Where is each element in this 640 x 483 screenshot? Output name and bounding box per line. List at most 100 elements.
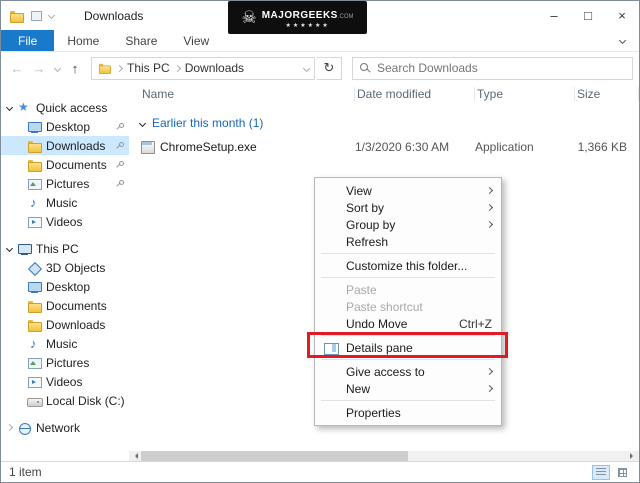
sidebar-item-downloads-pc[interactable]: Downloads [1,315,129,334]
location-folder-icon [98,62,111,74]
tab-share[interactable]: Share [112,30,170,51]
pin-icon [115,160,124,169]
address-dropdown-chevron[interactable] [302,64,311,72]
collapse-chevron[interactable] [5,244,13,253]
sidebar-item-network[interactable]: Network [1,418,129,437]
menu-item-undo-move[interactable]: Undo Move Ctrl+Z [315,315,501,332]
app-icon[interactable] [9,9,24,23]
column-headers: Name Date modified Type Size [129,84,639,104]
submenu-chevron [485,367,494,376]
videos-icon [27,215,42,229]
documents-folder-icon [27,158,42,172]
scrollbar-thumb[interactable] [141,451,409,461]
maximize-button[interactable]: □ [571,1,605,30]
sidebar-item-music-qa[interactable]: Music [1,193,129,212]
file-name: ChromeSetup.exe [160,140,257,154]
context-menu: View Sort by Group by Refresh Customize … [314,177,502,426]
recent-locations-chevron[interactable] [51,64,63,72]
group-header[interactable]: Earlier this month (1) [138,116,639,130]
skull-icon: ☠ [241,8,257,27]
sidebar-item-videos-qa[interactable]: Videos [1,212,129,231]
up-button[interactable]: ↑ [65,57,85,79]
window-title: Downloads [84,8,144,23]
tab-home[interactable]: Home [54,30,112,51]
details-view-icon [596,468,606,476]
refresh-button[interactable]: ↻ [317,56,342,80]
menu-item-group-by[interactable]: Group by [315,216,501,233]
menu-item-view[interactable]: View [315,182,501,199]
back-button[interactable]: ← [7,57,27,79]
column-header-name[interactable]: Name [140,87,355,101]
address-bar[interactable]: This PC Downloads [91,56,315,80]
breadcrumb-chevron[interactable] [115,64,124,72]
sidebar-item-downloads-qa[interactable]: Downloads [1,136,129,155]
menu-item-paste-shortcut[interactable]: Paste shortcut [315,298,501,315]
sidebar-item-desktop-pc[interactable]: Desktop [1,277,129,296]
sidebar-item-quick-access[interactable]: Quick access [1,98,129,117]
music-icon [27,336,42,351]
sidebar-item-pictures-pc[interactable]: Pictures [1,353,129,372]
expand-ribbon-chevron[interactable] [618,30,627,51]
view-toggle-buttons [592,464,631,480]
navigation-pane: Quick access Desktop Downloads Documents… [1,84,129,461]
forward-button[interactable]: → [29,57,49,79]
close-button[interactable]: × [605,1,639,30]
highlight-box [307,332,508,358]
minimize-button[interactable]: – [537,1,571,30]
sidebar-item-videos-pc[interactable]: Videos [1,372,129,391]
menu-separator [321,253,495,254]
sidebar-item-documents-pc[interactable]: Documents [1,296,129,315]
breadcrumb-downloads[interactable]: Downloads [185,61,244,75]
details-view-button[interactable] [592,464,610,480]
breadcrumb-chevron[interactable] [173,64,181,72]
exe-file-icon [140,140,155,154]
menu-separator [321,277,495,278]
window-controls: – □ × [537,1,639,30]
majorgeeks-watermark: ☠ MAJORGEEKS.COM ★★★★★★ [228,1,367,34]
search-icon [359,62,371,74]
music-icon [27,195,42,210]
quick-access-star-icon [17,100,32,115]
sidebar-item-music-pc[interactable]: Music [1,334,129,353]
collapse-chevron[interactable] [5,103,13,112]
menu-item-refresh[interactable]: Refresh [315,233,501,250]
column-header-date-modified[interactable]: Date modified [355,87,475,101]
file-type: Application [475,140,534,154]
menu-item-properties[interactable]: Properties [315,404,501,421]
submenu-chevron [485,384,494,393]
sidebar-item-pictures-qa[interactable]: Pictures [1,174,129,193]
item-count: 1 item [9,465,42,479]
scroll-left-arrow[interactable] [132,453,138,459]
qat-properties-icon[interactable] [31,10,42,21]
file-row[interactable]: ChromeSetup.exe 1/3/2020 6:30 AM Applica… [129,137,639,157]
menu-item-new[interactable]: New [315,380,501,397]
sidebar-item-desktop-qa[interactable]: Desktop [1,117,129,136]
submenu-chevron [485,186,494,195]
quick-access-toolbar [9,9,56,23]
tab-view[interactable]: View [170,30,222,51]
watermark-stars: ★★★★★★ [285,22,330,29]
scroll-right-arrow[interactable] [630,453,636,459]
qat-customize-icon[interactable] [47,11,56,20]
sidebar-item-this-pc[interactable]: This PC [1,239,129,258]
tab-file[interactable]: File [1,30,55,51]
large-icons-view-button[interactable] [613,465,631,480]
column-header-type[interactable]: Type [475,87,575,101]
menu-separator [321,400,495,401]
horizontal-scrollbar[interactable] [129,451,639,461]
sidebar-item-documents-qa[interactable]: Documents [1,155,129,174]
expand-chevron[interactable] [5,423,13,432]
menu-item-customize-this-folder[interactable]: Customize this folder... [315,257,501,274]
group-collapse-chevron[interactable] [138,119,147,127]
menu-separator [321,359,495,360]
sidebar-item-local-disk-c[interactable]: Local Disk (C:) [1,391,129,410]
breadcrumb-this-pc[interactable]: This PC [127,61,170,75]
sidebar-item-3d-objects[interactable]: 3D Objects [1,258,129,277]
column-header-size[interactable]: Size [575,87,639,101]
menu-item-sort-by[interactable]: Sort by [315,199,501,216]
menu-item-paste[interactable]: Paste [315,281,501,298]
search-box[interactable] [352,56,633,80]
search-input[interactable] [377,61,626,75]
pin-icon [115,141,124,150]
menu-item-give-access-to[interactable]: Give access to [315,363,501,380]
